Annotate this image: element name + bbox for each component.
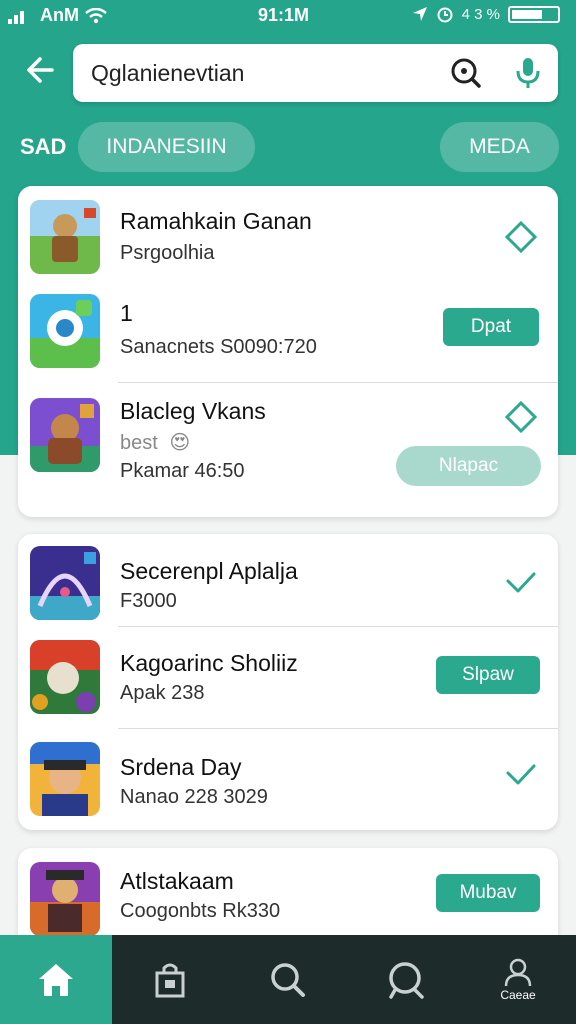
app-icon [30,640,100,714]
app-title: 1 [120,300,133,326]
carrier-name: AnM [40,5,79,25]
checkmark-icon[interactable] [504,566,538,600]
app-icon [30,546,100,620]
app-subtitle: F3000 [120,590,177,612]
app-icon [30,862,100,936]
app-title: Atlstakaam [120,868,234,894]
filter-chip-meda[interactable]: MEDA [440,122,559,172]
store-icon [155,963,185,997]
filter-row-label: SAD [20,134,67,159]
divider [118,626,558,627]
list-item[interactable]: Blacleg Vkans best 😍 Pkamar 46:50 Nlapac [18,392,558,510]
app-list-card: Ramahkain Ganan Psrgoolhia 1 Sanacnets S… [18,186,558,517]
tab-profile-label: Caeae [500,988,536,1002]
app-icon [30,398,100,472]
list-item[interactable]: 1 Sanacnets S0090:720 Dpat [18,290,558,380]
app-list-card: Atlstakaam Coogonbts Rk330 Mubav [18,848,558,948]
battery-percent: 4 3 % [461,5,500,23]
open-button[interactable]: Nlapac [396,446,541,486]
app-subtitle: Coogonbts Rk330 [120,900,281,922]
profile-icon [504,958,532,987]
app-title: Kagoarinc Sholiiz [120,650,298,676]
location-icon [412,7,427,21]
install-button[interactable]: Dpat [443,308,539,346]
tab-search[interactable] [248,935,328,1024]
wifi-icon [85,7,107,23]
bottom-tab-bar: Caeae [0,935,576,1024]
search-query: Qglanienevtian [91,60,245,86]
heart-eyes-emoji-icon: 😍 [169,432,191,454]
diamond-icon[interactable] [504,220,538,254]
home-icon [39,963,73,996]
filter-chip-indanesiin[interactable]: INDANESIIN [78,122,255,172]
divider [118,382,558,383]
app-subtitle: Sanacnets S0090:720 [120,336,317,358]
search-input[interactable]: Qglanienevtian [73,44,558,102]
list-item[interactable]: Ramahkain Ganan Psrgoolhia [18,196,558,286]
app-icon [30,294,100,368]
status-bar: AnM 91:1M 4 3 % [0,0,576,30]
search-icon[interactable] [449,56,483,90]
app-subtitle: best 😍 [120,430,190,455]
back-arrow-icon[interactable] [22,50,62,90]
app-subtitle: Nanao 228 3029 [120,786,268,808]
tab-home[interactable] [0,935,112,1024]
app-icon [30,200,100,274]
checkmark-icon[interactable] [504,758,538,792]
diamond-icon[interactable] [504,400,538,434]
tab-store[interactable] [130,935,210,1024]
app-icon [30,742,100,816]
app-subtitle: Psrgoolhia [120,242,215,264]
divider [118,728,558,729]
clock: 91:1M [258,5,310,25]
explore-icon [389,961,424,999]
signal-icon [8,10,24,24]
microphone-icon[interactable] [513,56,543,90]
install-button[interactable]: Slpaw [436,656,540,694]
list-item[interactable]: Srdena Day Nanao 228 3029 [18,738,558,824]
app-list-card: Secerenpl Aplalja F3000 Kagoarinc Sholii… [18,534,558,830]
app-title: Ramahkain Ganan [120,208,312,234]
app-title: Srdena Day [120,754,242,780]
tab-explore[interactable] [366,935,446,1024]
app-subtitle: Apak 238 [120,682,205,704]
list-item[interactable]: Secerenpl Aplalja F3000 [18,544,558,626]
battery-icon [508,5,560,23]
app-title: Secerenpl Aplalja [120,558,298,584]
list-item[interactable]: Kagoarinc Sholiiz Apak 238 Slpaw [18,636,558,726]
app-subtitle-text: best [120,432,158,454]
alarm-icon [437,7,453,23]
app-title: Blacleg Vkans [120,398,266,424]
tab-profile[interactable]: Caeae [478,935,558,1024]
search-icon [271,962,305,997]
list-item[interactable]: Atlstakaam Coogonbts Rk330 Mubav [18,858,558,946]
install-button[interactable]: Mubav [436,874,540,912]
app-meta: Pkamar 46:50 [120,460,245,482]
